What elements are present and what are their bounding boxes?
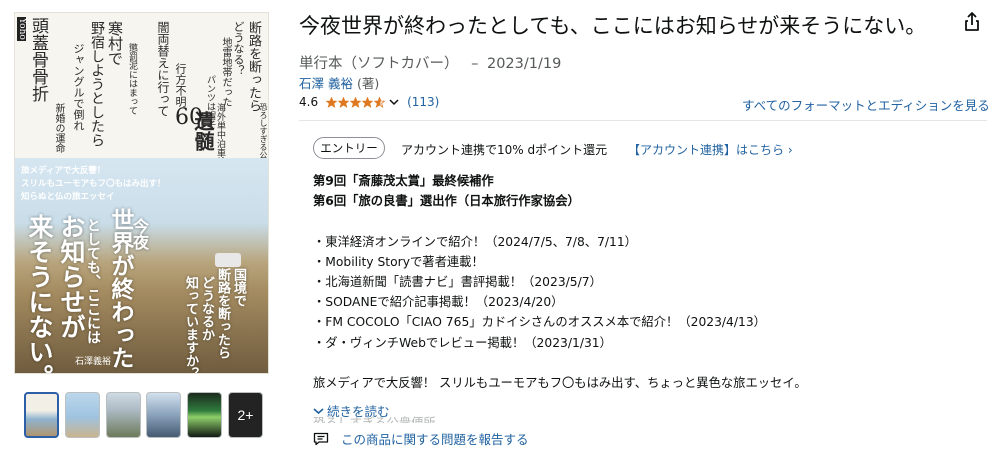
chevron-down-icon[interactable] (389, 98, 399, 106)
cover-title-part: 世界が終わった (107, 208, 134, 369)
van-shape (215, 253, 241, 267)
read-more-label: 続きを読む (327, 404, 390, 419)
cover-column: 断路を断ったら (246, 21, 261, 112)
cover-publisher-mark: Yoho (17, 17, 27, 41)
cover-column: 寒村で (106, 21, 124, 66)
report-icon (313, 432, 329, 445)
cover-column: 野宿しようとしたら (89, 21, 105, 147)
cover-column: 地雷地帯だった (220, 37, 231, 107)
more-images-thumbnail[interactable]: 2+ (228, 392, 263, 438)
date-separator: – (471, 56, 479, 72)
rating-stars[interactable] (326, 96, 386, 108)
author-line: 石澤 義裕 (著) (299, 73, 379, 92)
cover-banner-line: 知らぬと仏の旅エッセイ (21, 192, 115, 202)
media-item: ・東洋経済オンラインで紹介！（2024/7/5、7/8、7/11） (313, 234, 637, 249)
rating-value: 4.6 (299, 95, 319, 109)
promo-text: アカウント連携で10% dポイント還元 (401, 143, 608, 157)
cover-column: どうなる？ (232, 21, 245, 76)
account-link[interactable]: 【アカウント連携】はこちら › (628, 141, 793, 158)
cover-number: 60 (175, 105, 203, 130)
review-count-link[interactable]: (113) (407, 95, 439, 109)
share-icon[interactable] (960, 10, 984, 34)
cover-banner-line: スリルもユーモアもフ〇もはみ出す！ (21, 179, 166, 189)
thumbnail-2[interactable] (65, 392, 100, 438)
faded-text: 恐ろしすぎる公衆便所 (313, 416, 436, 424)
cover-column: 海外単中泊車検 (215, 103, 225, 166)
star-icon (326, 96, 338, 108)
report-issue-row[interactable]: この商品に関する問題を報告する (313, 429, 529, 448)
media-item: ・ダ・ヴィンチWebでレビュー掲載！（2023/1/31） (313, 335, 612, 350)
cover-title-part: 来そうにない。 (25, 214, 54, 374)
cover-column: ジャングルで倒れ (72, 43, 85, 131)
star-icon (338, 96, 350, 108)
star-icon (350, 96, 362, 108)
thumbnail-5[interactable] (187, 392, 222, 438)
cover-photo: 旅メディアで大反響！ スリルもユーモアもフ〇もはみ出す！ 知らぬと仏の旅エッセイ… (15, 158, 268, 374)
star-icon (362, 96, 374, 108)
author-role: (著) (356, 76, 380, 91)
read-more-link[interactable]: 続きを読む (313, 401, 390, 420)
publication-date: 2023/1/19 (486, 56, 562, 72)
rating-row: 4.6 (113) (299, 95, 439, 109)
cover-column: 闇両替えに行って (156, 21, 170, 117)
product-title: 今夜世界が終わったとしても、ここにはお知らせが来そうにない。 (299, 14, 927, 38)
report-issue-link[interactable]: この商品に関する問題を報告する (341, 429, 529, 448)
format-and-date: 単行本（ソフトカバー） – 2023/1/19 (299, 52, 561, 73)
cover-text-area: Yoho 頭蓋骨骨折 新婚の運命 寒村で 野宿しようとしたら 懲罰泥にはまって … (15, 13, 268, 183)
divider (299, 120, 987, 121)
thumbnail-4[interactable] (146, 392, 181, 438)
media-item: ・SODANEで紹介記事掲載！（2023/4/20） (313, 295, 564, 310)
author-link[interactable]: 石澤 義裕 (299, 76, 353, 91)
media-item: ・Mobility Storyで著者連載！ (313, 254, 484, 269)
award-line: 第9回「斎藤茂太賞」最終候補作 (313, 174, 494, 188)
cover-column: 頭蓋骨骨折 (28, 17, 48, 102)
cover-column: 新婚の運命 (53, 103, 64, 153)
thumbnail-3[interactable] (106, 392, 141, 438)
thumbnail-1[interactable] (24, 392, 59, 438)
cover-author: 石澤義裕 (75, 357, 112, 367)
cover-subtitle-part: 知っていますか？ (183, 276, 198, 374)
entry-button[interactable]: エントリー (313, 137, 385, 159)
more-images-label: 2+ (237, 407, 254, 423)
media-item: ・北海道新聞「読書ナビ」書評掲載！（2023/5/7） (313, 274, 602, 289)
cover-column: 行方不明 (174, 63, 187, 107)
blurb: 旅メディアで大反響！ スリルもユーモアもフ〇もはみ出す、ちょっと異色な旅エッセイ… (313, 375, 807, 390)
award-line: 第6回「旅の良書」選出作（日本旅行作家協会） (313, 194, 580, 209)
cover-column: 懲罰泥にはまって (127, 43, 137, 115)
format-label: 単行本（ソフトカバー） (299, 56, 459, 72)
cover-title-part: お知らせが (57, 214, 86, 339)
chevron-down-icon (313, 407, 324, 414)
cover-banner-line: 旅メディアで大反響！ (21, 166, 106, 176)
book-cover-image[interactable]: Yoho 頭蓋骨骨折 新婚の運命 寒村で 野宿しようとしたら 懲罰泥にはまって … (14, 12, 269, 374)
media-item: ・FM COCOLO「CIAO 765」カドイシさんのオススメ本で紹介！（202… (313, 315, 766, 330)
product-description: 第9回「斎藤茂太賞」最終候補作 第6回「旅の良書」選出作（日本旅行作家協会） ・… (313, 171, 983, 423)
all-formats-link[interactable]: すべてのフォーマットとエディションを見る (742, 95, 990, 114)
star-icon (374, 96, 386, 108)
